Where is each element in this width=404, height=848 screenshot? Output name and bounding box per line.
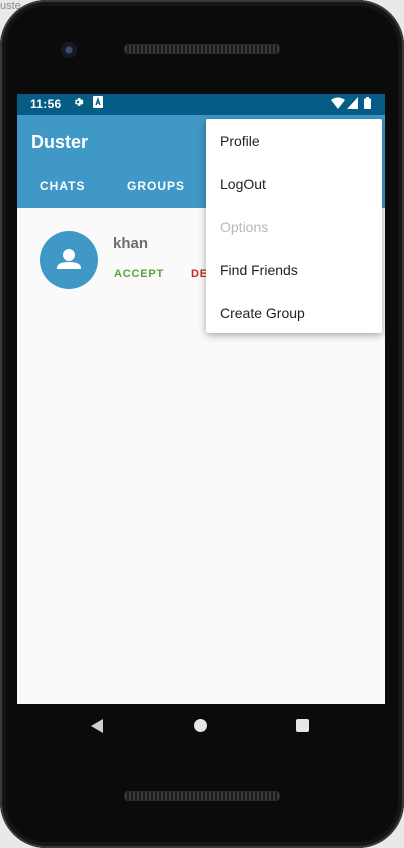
overflow-menu: Profile LogOut Options Find Friends Crea… [206,119,382,333]
app-screen: 11:56 Duster CHATS GROUPS khan ACCEPT DE… [17,94,385,704]
signal-icon [347,97,358,112]
request-name: khan [113,235,149,252]
avatar [40,231,98,289]
bottom-speaker [124,791,280,801]
menu-item-logout[interactable]: LogOut [220,176,266,192]
gear-icon [72,96,84,111]
recents-icon[interactable] [296,719,309,732]
menu-item-create-group[interactable]: Create Group [220,305,305,321]
tab-chats[interactable]: CHATS [40,179,85,193]
phone-frame: 11:56 Duster CHATS GROUPS khan ACCEPT DE… [0,0,404,848]
menu-item-options: Options [220,219,269,235]
tab-groups[interactable]: GROUPS [127,179,185,193]
battery-icon [364,97,371,112]
menu-item-find-friends[interactable]: Find Friends [220,262,298,278]
app-title: Duster [31,132,89,152]
home-icon[interactable] [194,719,207,732]
status-bar: 11:56 [17,94,385,115]
person-icon [57,249,81,269]
camera-icon [61,42,77,58]
a-box-icon [93,96,103,111]
back-icon[interactable] [91,719,103,733]
navigation-bar [17,704,385,748]
accept-button[interactable]: ACCEPT [114,268,164,280]
earpiece-speaker [124,44,280,54]
wifi-icon [331,97,345,112]
status-time: 11:56 [30,97,62,111]
menu-item-profile[interactable]: Profile [220,133,260,149]
